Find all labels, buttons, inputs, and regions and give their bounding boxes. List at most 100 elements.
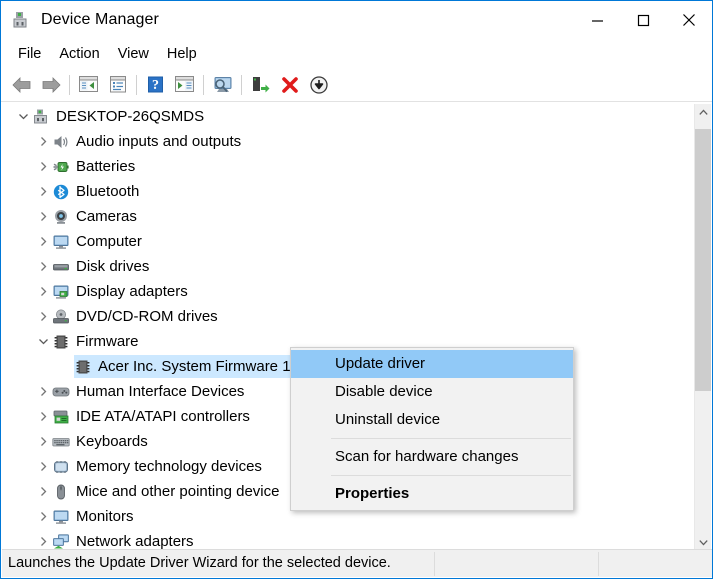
console-tree-button[interactable] [74,71,103,99]
menu-view[interactable]: View [109,43,158,65]
tree-node-label: Cameras [70,204,144,229]
tree-node-label: Disk drives [70,254,156,279]
expand-toggle-expanded-icon[interactable] [34,329,52,354]
expand-toggle-collapsed-icon[interactable] [34,454,52,479]
camera-icon [52,208,70,226]
mouse-icon [52,483,70,501]
device-manager-icon [11,10,31,30]
tree-node-label: Batteries [70,154,142,179]
maximize-button[interactable] [620,1,666,39]
menu-file[interactable]: File [9,43,50,65]
expand-toggle-collapsed-icon[interactable] [34,154,52,179]
update-driver-button[interactable] [246,71,275,99]
expand-toggle-expanded-icon[interactable] [14,104,32,129]
expand-toggle-collapsed-icon[interactable] [34,504,52,529]
tree-node-disk-drives[interactable]: Disk drives [2,254,711,279]
tree-node-label: Bluetooth [70,179,146,204]
computer-root-icon [32,108,50,126]
tree-node-label: Display adapters [70,279,195,304]
title-bar: Device Manager [1,1,712,39]
tree-node-label: Firmware [70,329,146,354]
disk-drive-icon [52,258,70,276]
bluetooth-icon [52,183,70,201]
expand-toggle-collapsed-icon[interactable] [34,204,52,229]
tree-node-label: DESKTOP-26QSMDS [50,104,211,129]
tree-node-label: Keyboards [70,429,155,454]
monitor-icon [52,508,70,526]
expand-toggle-collapsed-icon[interactable] [34,479,52,504]
dvd-drive-icon [52,308,70,326]
context-menu-item-uninstall-device[interactable]: Uninstall device [291,406,573,434]
context-menu-item-update-driver[interactable]: Update driver [291,350,573,378]
tree-node-desktop[interactable]: DESKTOP-26QSMDS [2,104,711,129]
caption-buttons [574,1,712,39]
device-manager-window: Device Manager File Action View Help [0,0,713,579]
expand-toggle-collapsed-icon[interactable] [34,129,52,154]
status-bar-divider-2 [598,552,599,576]
expand-toggle-collapsed-icon[interactable] [34,229,52,254]
expand-toggle-collapsed-icon[interactable] [34,304,52,329]
tree-node-label: Audio inputs and outputs [70,129,248,154]
status-bar-divider-1 [434,552,435,576]
menu-bar: File Action View Help [1,39,712,68]
context-menu-item-properties[interactable]: Properties [291,480,573,508]
tree-node-dvd-drives[interactable]: DVD/CD-ROM drives [2,304,711,329]
expand-toggle-collapsed-icon[interactable] [34,254,52,279]
window-title: Device Manager [41,11,159,29]
scroll-up-button[interactable] [695,104,711,121]
tree-node-label: Memory technology devices [70,454,269,479]
monitor-icon [52,233,70,251]
expand-toggle-collapsed-icon[interactable] [34,529,52,551]
tree-node-batteries[interactable]: Batteries [2,154,711,179]
expand-toggle-collapsed-icon[interactable] [34,429,52,454]
forward-button[interactable] [36,71,65,99]
context-menu-item-disable-device[interactable]: Disable device [291,378,573,406]
tree-node-label: Mice and other pointing device [70,479,286,504]
tree-node-audio[interactable]: Audio inputs and outputs [2,129,711,154]
minimize-button[interactable] [574,1,620,39]
expand-toggle-collapsed-icon[interactable] [34,404,52,429]
context-menu-item-scan-for-hardware-changes[interactable]: Scan for hardware changes [291,443,573,471]
expand-toggle-collapsed-icon[interactable] [34,279,52,304]
speaker-icon [52,133,70,151]
tree-node-label: Computer [70,229,149,254]
menu-help[interactable]: Help [158,43,206,65]
context-menu[interactable]: Update driver Disable device Uninstall d… [290,347,574,511]
tree-node-label: Monitors [70,504,141,529]
disable-device-button[interactable] [304,71,333,99]
action-pane-button[interactable] [170,71,199,99]
scan-hardware-button[interactable] [208,71,237,99]
tree-node-computer[interactable]: Computer [2,229,711,254]
tree-node-network-adapters[interactable]: Network adapters [2,529,711,551]
hid-gamepad-icon [52,383,70,401]
properties-button[interactable] [103,71,132,99]
toolbar: ? [1,68,712,102]
uninstall-device-button[interactable] [275,71,304,99]
tree-node-label: Human Interface Devices [70,379,251,404]
menu-action[interactable]: Action [50,43,108,65]
tree-node-label: IDE ATA/ATAPI controllers [70,404,257,429]
network-adapter-icon [52,533,70,551]
context-menu-separator-2 [331,475,571,476]
help-button[interactable]: ? [141,71,170,99]
expand-toggle-collapsed-icon[interactable] [34,179,52,204]
back-button[interactable] [7,71,36,99]
status-bar-text: Launches the Update Driver Wizard for th… [8,555,391,571]
vertical-scrollbar[interactable] [694,104,711,551]
tree-node-label: Acer Inc. System Firmware 1.15 [92,354,318,379]
tree-node-bluetooth[interactable]: Bluetooth [2,179,711,204]
close-button[interactable] [666,1,712,39]
context-menu-separator-1 [331,438,571,439]
svg-text:?: ? [152,78,159,93]
toolbar-separator-2 [136,75,137,95]
keyboard-icon [52,433,70,451]
tree-node-cameras[interactable]: Cameras [2,204,711,229]
battery-icon [52,158,70,176]
tree-node-display-adapters[interactable]: Display adapters [2,279,711,304]
toolbar-separator-1 [69,75,70,95]
scrollbar-thumb[interactable] [695,129,711,391]
expand-toggle-collapsed-icon[interactable] [34,379,52,404]
firmware-chip-icon [74,358,92,376]
status-bar: Launches the Update Driver Wizard for th… [2,549,712,577]
tree-node-label: Network adapters [70,529,201,551]
